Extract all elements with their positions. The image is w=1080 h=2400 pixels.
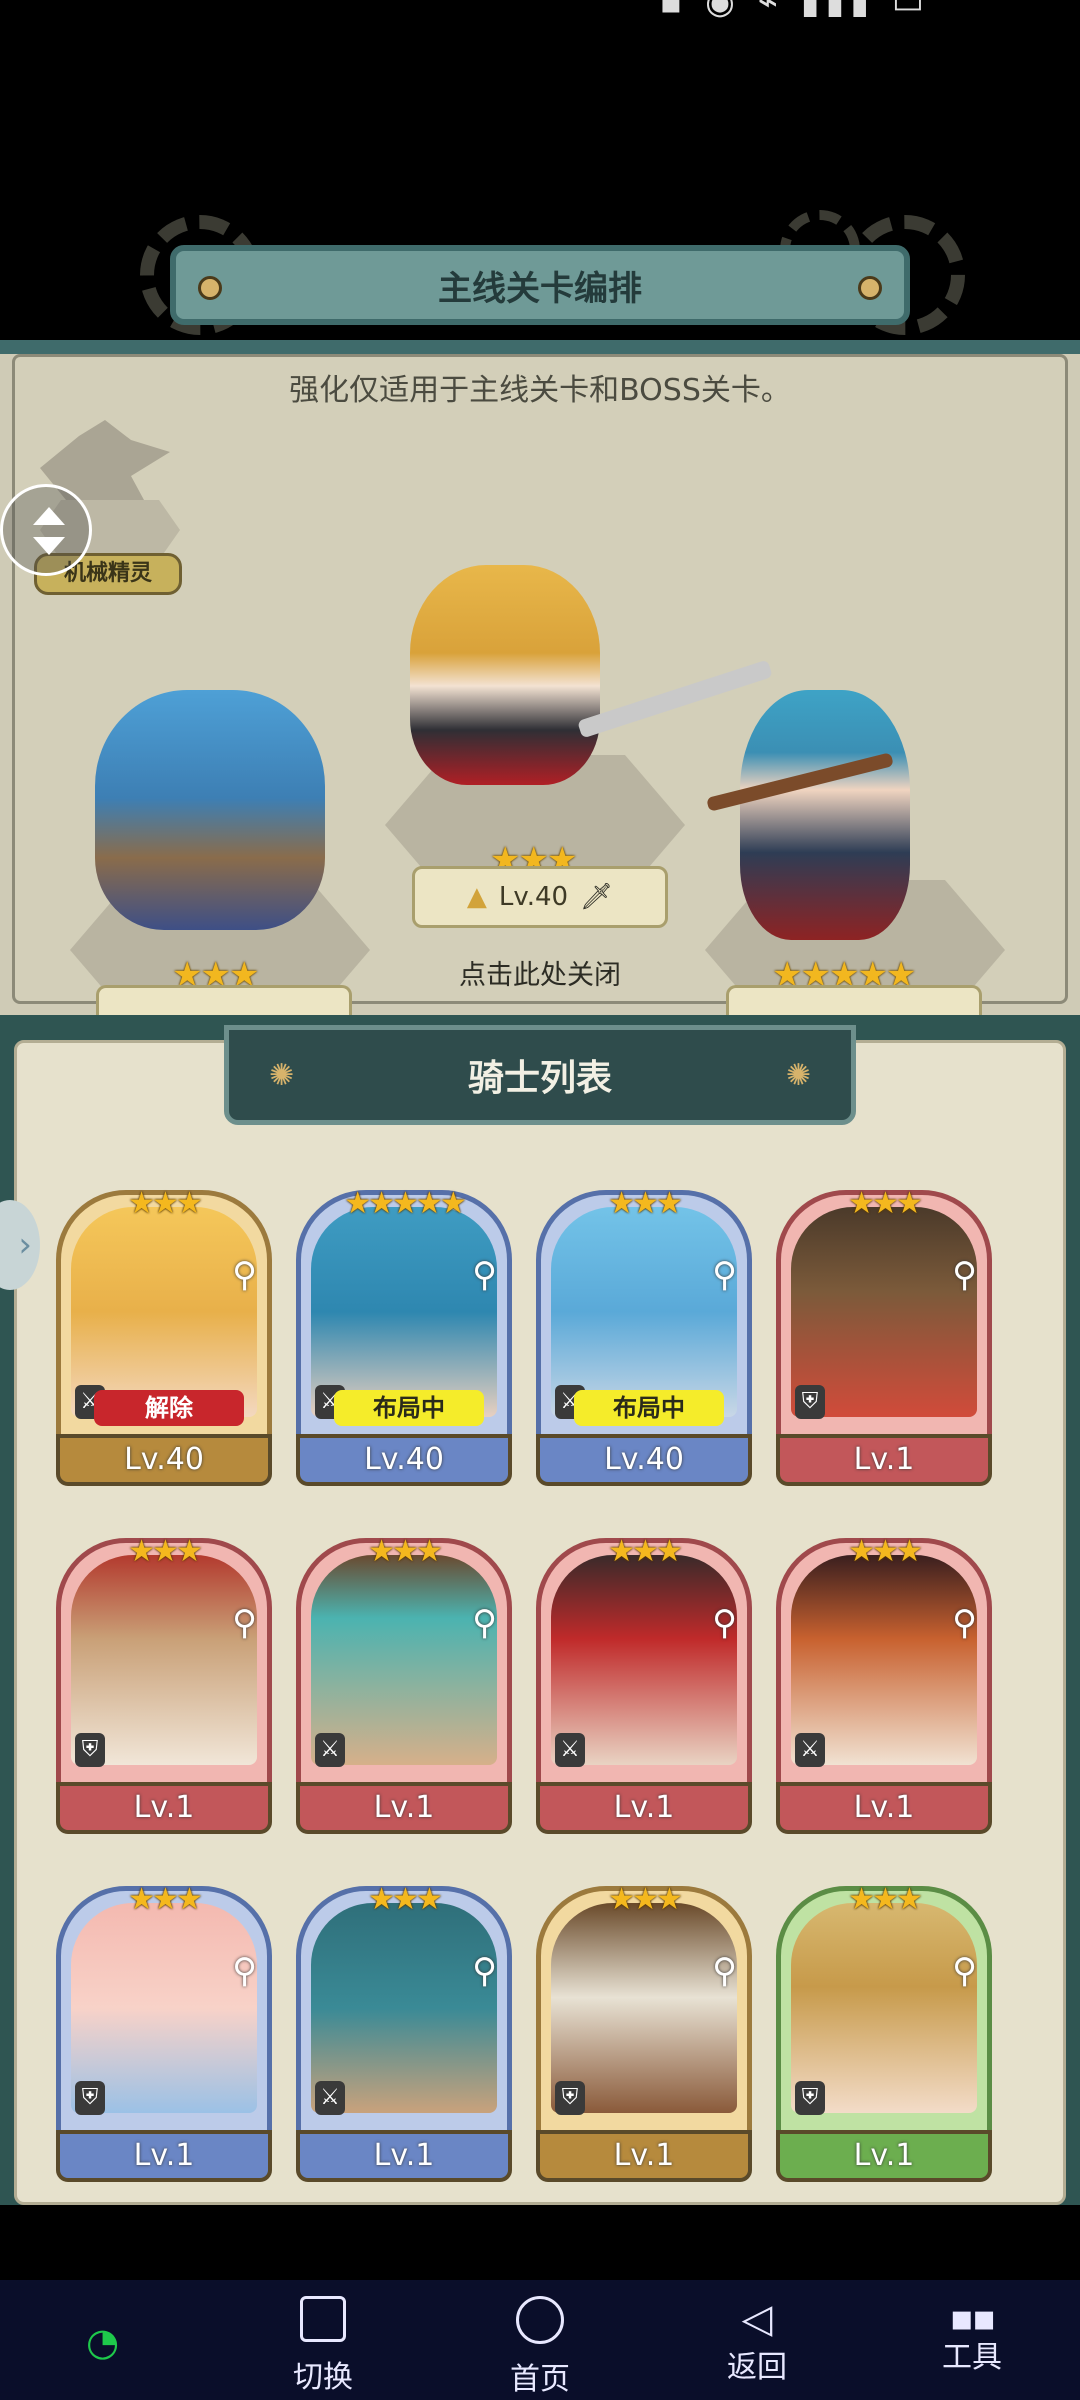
- knight-level: Lv.1: [56, 1782, 272, 1834]
- magnifier-icon[interactable]: ⚲: [712, 1603, 737, 1643]
- knight-card[interactable]: ⚔ ⚲ ★★★ 布局中 Lv.40: [536, 1186, 752, 1486]
- knight-stars: ★★★: [128, 1534, 203, 1569]
- knight-card[interactable]: ⛨ ⚲ ★★★ Lv.1: [536, 1882, 752, 2182]
- magnifier-icon[interactable]: ⚲: [952, 1951, 977, 1991]
- knight-stars: ★★★: [608, 1882, 683, 1917]
- magnifier-icon[interactable]: ⚲: [232, 1255, 257, 1295]
- right-knight-sprite[interactable]: [740, 690, 910, 940]
- sword-icon: ⚔: [315, 2081, 345, 2115]
- sword-icon: ⚔: [555, 1733, 585, 1767]
- tools-label: 工具: [942, 2340, 1002, 2375]
- knight-status-tag[interactable]: 布局中: [574, 1390, 724, 1426]
- knight-stars: ★★★: [368, 1882, 443, 1917]
- formation-title: 主线关卡编排: [438, 268, 642, 309]
- center-knight-sprite[interactable]: [410, 565, 600, 785]
- magnifier-icon[interactable]: ⚲: [952, 1603, 977, 1643]
- status-icons: ▪ ◉ ⌁ ▮▮▮ ▭: [659, 0, 930, 22]
- shield-icon: ⛨: [75, 1733, 105, 1767]
- knight-level: Lv.1: [776, 2130, 992, 2182]
- knight-status-tag[interactable]: 布局中: [334, 1390, 484, 1426]
- knight-level: Lv.40: [536, 1434, 752, 1486]
- magnifier-icon[interactable]: ⚲: [472, 1603, 497, 1643]
- knight-status-tag[interactable]: 解除: [94, 1390, 244, 1426]
- back-triangle-icon: ◁: [741, 2296, 773, 2342]
- center-unit-level: Lv.40: [498, 882, 569, 912]
- tools-button[interactable]: ▪▪ 工具: [912, 2296, 1032, 2376]
- knight-card[interactable]: ⛨ ⚲ ★★★ Lv.1: [776, 1882, 992, 2182]
- rivet-icon: [858, 276, 882, 300]
- knight-stars: ★★★: [368, 1534, 443, 1569]
- switch-label: 切换: [293, 2360, 353, 2395]
- magnifier-icon[interactable]: ⚲: [712, 1951, 737, 1991]
- knight-level: Lv.1: [776, 1782, 992, 1834]
- magnifier-icon[interactable]: ⚲: [232, 1951, 257, 1991]
- sun-ornament-icon: ✺: [269, 1057, 295, 1093]
- shield-icon: ⛨: [75, 2081, 105, 2115]
- knight-level: Lv.1: [296, 1782, 512, 1834]
- status-bar: ▪ ◉ ⌁ ▮▮▮ ▭: [0, 0, 1080, 40]
- sword-icon: 🗡: [580, 882, 614, 912]
- back-label: 返回: [727, 2350, 787, 2385]
- formation-title-banner: 主线关卡编排: [170, 245, 910, 325]
- knight-card[interactable]: ⛨ ⚲ ★★★ Lv.1: [776, 1186, 992, 1486]
- circle-icon: [516, 2296, 564, 2344]
- knight-level: Lv.1: [776, 1434, 992, 1486]
- knight-card[interactable]: ⚔ ⚲ ★★★ Lv.1: [296, 1882, 512, 2182]
- knight-level: Lv.1: [536, 2130, 752, 2182]
- arrow-up-icon: [33, 507, 65, 525]
- home-button[interactable]: 首页: [480, 2296, 600, 2398]
- arrow-down-icon: [33, 537, 65, 555]
- knight-card[interactable]: ⛨ ⚲ ★★★ Lv.1: [56, 1882, 272, 2182]
- sword-icon: ⚔: [795, 1733, 825, 1767]
- knight-stars: ★★★: [608, 1186, 683, 1221]
- knight-card[interactable]: ⚔ ⚲ ★★★ 解除 Lv.40: [56, 1186, 272, 1486]
- knight-level: Lv.1: [296, 2130, 512, 2182]
- sun-ornament-icon: ✺: [785, 1057, 811, 1093]
- knight-stars: ★★★: [848, 1882, 923, 1917]
- magnifier-icon[interactable]: ⚲: [232, 1603, 257, 1643]
- close-hint[interactable]: 点击此处关闭: [0, 953, 1080, 992]
- knight-stars: ★★★★★: [344, 1186, 466, 1221]
- knight-card[interactable]: ⚔ ⚲ ★★★★★ 布局中 Lv.40: [296, 1186, 512, 1486]
- sword-icon: ⚔: [315, 1733, 345, 1767]
- knight-stars: ★★★: [848, 1186, 923, 1221]
- magnifier-icon[interactable]: ⚲: [712, 1255, 737, 1295]
- magnifier-icon[interactable]: ⚲: [472, 1255, 497, 1295]
- shield-icon: ⛨: [795, 1385, 825, 1419]
- knight-stars: ★★★: [848, 1534, 923, 1569]
- knight-level: Lv.40: [56, 1434, 272, 1486]
- knight-list-banner: ✺ 骑士列表 ✺: [224, 1025, 856, 1125]
- formation-note: 强化仅适用于主线关卡和BOSS关卡。: [289, 373, 791, 408]
- magnifier-icon[interactable]: ⚲: [472, 1951, 497, 1991]
- knight-level: Lv.1: [56, 2130, 272, 2182]
- knight-stars: ★★★: [128, 1882, 203, 1917]
- left-knight-sprite[interactable]: [95, 690, 325, 930]
- wifi-icon: ◔: [86, 2320, 120, 2364]
- knight-level: Lv.40: [296, 1434, 512, 1486]
- shield-icon: ⛨: [555, 2081, 585, 2115]
- shield-icon: ⛨: [795, 2081, 825, 2115]
- knight-stars: ★★★: [128, 1186, 203, 1221]
- switch-button[interactable]: 切换: [263, 2296, 383, 2396]
- square-icon: [300, 2296, 346, 2342]
- knight-list-title: 骑士列表: [467, 1058, 612, 1099]
- knight-card[interactable]: ⛨ ⚲ ★★★ Lv.1: [56, 1534, 272, 1834]
- center-unit-level-plate: ▲ Lv.40 🗡: [412, 866, 668, 928]
- knight-level: Lv.1: [536, 1782, 752, 1834]
- floating-scroll-button[interactable]: [0, 484, 92, 576]
- knight-card[interactable]: ⚔ ⚲ ★★★ Lv.1: [776, 1534, 992, 1834]
- knight-card[interactable]: ⚔ ⚲ ★★★ Lv.1: [536, 1534, 752, 1834]
- crown-icon: ▲: [466, 882, 487, 912]
- rivet-icon: [198, 276, 222, 300]
- magnifier-icon[interactable]: ⚲: [952, 1255, 977, 1295]
- knight-stars: ★★★: [608, 1534, 683, 1569]
- back-button[interactable]: ◁ 返回: [697, 2296, 817, 2386]
- home-label: 首页: [510, 2362, 570, 2397]
- knight-card[interactable]: ⚔ ⚲ ★★★ Lv.1: [296, 1534, 512, 1834]
